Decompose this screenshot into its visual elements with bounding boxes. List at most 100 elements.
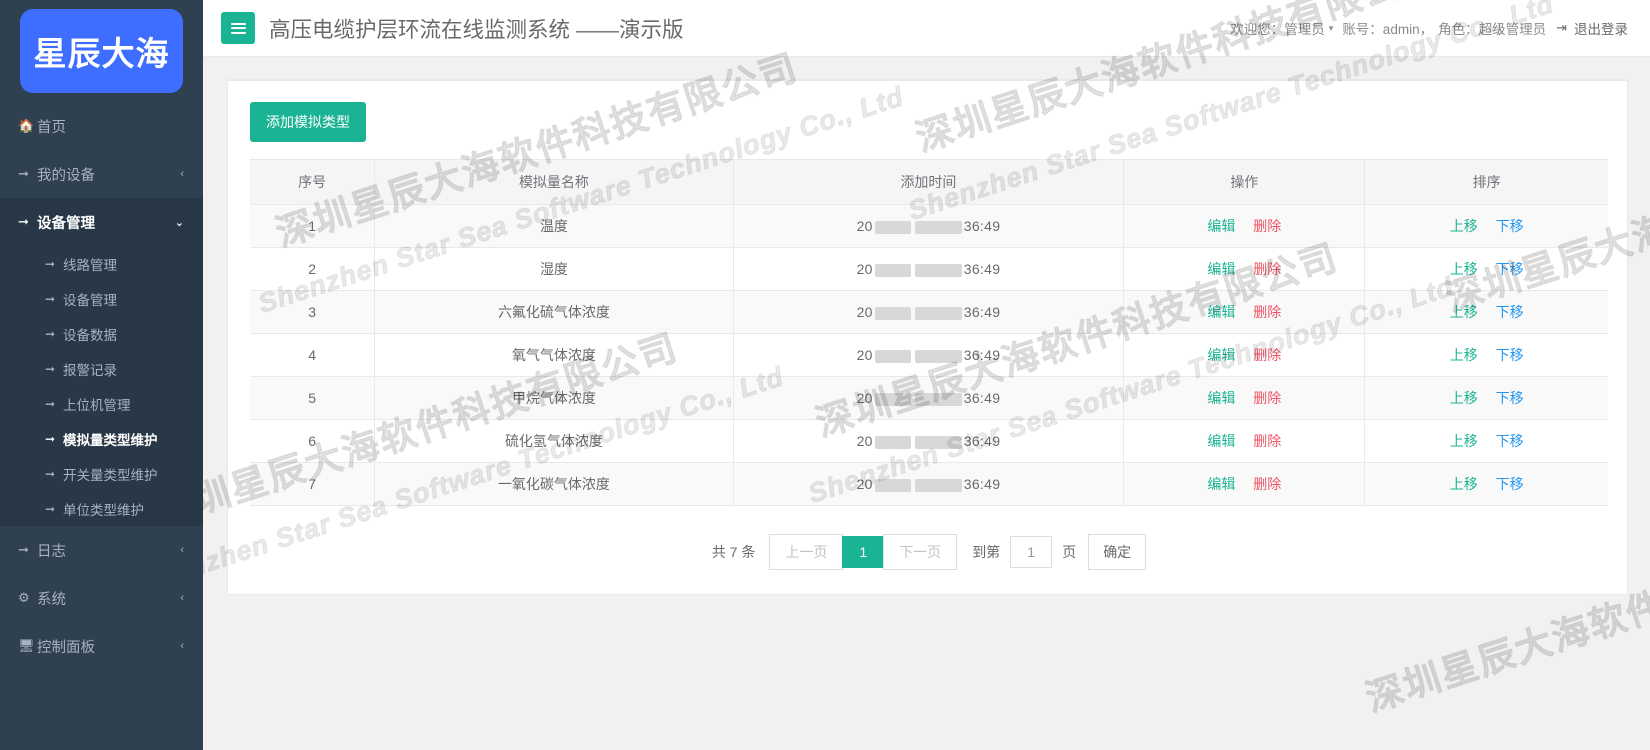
column-header-operation: 操作	[1123, 159, 1366, 205]
table-row[interactable]: 1 温度 20 36:49 编辑 删除 上移 下移	[250, 204, 1608, 248]
chevron-down-icon[interactable]: ▾	[1329, 23, 1334, 34]
page-number-button[interactable]: 1	[842, 536, 885, 568]
delete-link[interactable]: 删除	[1253, 304, 1281, 320]
cell-add-time: 20 36:49	[733, 419, 1125, 463]
move-down-link[interactable]: 下移	[1496, 347, 1524, 363]
prev-page-button[interactable]: 上一页	[769, 534, 844, 570]
user-info-bar: 欢迎您：管理员 ▾ 账号：admin， 角色：超级管理员 ⇥ 退出登录	[1230, 18, 1628, 38]
move-down-link[interactable]: 下移	[1496, 390, 1524, 406]
edit-link[interactable]: 编辑	[1207, 476, 1235, 492]
move-up-link[interactable]: 上移	[1450, 476, 1478, 492]
delete-link[interactable]: 删除	[1253, 390, 1281, 406]
table-row[interactable]: 7 一氧化碳气体浓度 20 36:49 编辑 删除 上移 下移	[250, 462, 1608, 506]
arrow-right-icon: ➞	[45, 431, 56, 446]
delete-link[interactable]: 删除	[1253, 476, 1281, 492]
goto-page-input[interactable]	[1010, 536, 1053, 568]
sidebar-item-device-data[interactable]: ➞ 设备数据	[0, 316, 203, 351]
role-text: 角色：超级管理员	[1438, 22, 1547, 37]
table-body: 1 温度 20 36:49 编辑 删除 上移 下移 2 湿度 20 36:49 …	[250, 204, 1608, 506]
sidebar-item-line-management[interactable]: ➞ 线路管理	[0, 246, 203, 281]
sidebar-item-host-management[interactable]: ➞ 上位机管理	[0, 386, 203, 421]
table-header-row: 序号 模拟量名称 添加时间 操作 排序	[250, 159, 1608, 205]
cell-add-time: 20 36:49	[733, 290, 1125, 334]
edit-link[interactable]: 编辑	[1207, 304, 1235, 320]
logo-text: 星辰大海	[33, 35, 170, 72]
sidebar-item-analog-type-maintenance[interactable]: ➞ 模拟量类型维护	[0, 421, 203, 456]
topbar: 高压电缆护层环流在线监测系统 ——演示版 欢迎您：管理员 ▾ 账号：admin，…	[203, 0, 1650, 57]
edit-link[interactable]: 编辑	[1207, 347, 1235, 363]
delete-link[interactable]: 删除	[1253, 218, 1281, 234]
table-row[interactable]: 5 甲烷气体浓度 20 36:49 编辑 删除 上移 下移	[250, 376, 1608, 420]
move-up-link[interactable]: 上移	[1450, 261, 1478, 277]
edit-link[interactable]: 编辑	[1207, 433, 1235, 449]
move-up-link[interactable]: 上移	[1450, 433, 1478, 449]
table-row[interactable]: 4 氧气气体浓度 20 36:49 编辑 删除 上移 下移	[250, 333, 1608, 377]
delete-link[interactable]: 删除	[1253, 261, 1281, 277]
sidebar-item-unit-type-maintenance[interactable]: ➞ 单位类型维护	[0, 491, 203, 526]
move-down-link[interactable]: 下移	[1496, 261, 1524, 277]
logo-box: 星辰大海	[20, 9, 183, 93]
move-down-link[interactable]: 下移	[1496, 433, 1524, 449]
logout-button[interactable]: 退出登录	[1574, 18, 1628, 38]
sidebar-item-label: 我的设备	[37, 167, 95, 184]
sidebar-item-equipment-management[interactable]: ➞ 设备管理	[0, 281, 203, 316]
edit-link[interactable]: 编辑	[1207, 390, 1235, 406]
cell-sort: 上移 下移	[1364, 333, 1608, 377]
delete-link[interactable]: 删除	[1253, 347, 1281, 363]
logo[interactable]: 星辰大海	[0, 0, 203, 102]
table-row[interactable]: 6 硫化氢气体浓度 20 36:49 编辑 删除 上移 下移	[250, 419, 1608, 463]
sidebar-subitem-label: 模拟量类型维护	[63, 432, 158, 448]
move-up-link[interactable]: 上移	[1450, 304, 1478, 320]
sidebar-item-alarm-records[interactable]: ➞ 报警记录	[0, 351, 203, 386]
edit-link[interactable]: 编辑	[1207, 218, 1235, 234]
content-panel: 添加模拟类型 序号 模拟量名称 添加时间 操作 排序 1 温度 20 36:49…	[227, 79, 1628, 595]
sidebar-item-home[interactable]: 🏠 首页	[0, 102, 203, 150]
move-up-link[interactable]: 上移	[1450, 390, 1478, 406]
next-page-button[interactable]: 下一页	[883, 534, 958, 570]
redacted-block	[874, 435, 911, 449]
hamburger-icon[interactable]	[221, 12, 255, 44]
move-down-link[interactable]: 下移	[1496, 304, 1524, 320]
delete-link[interactable]: 删除	[1253, 433, 1281, 449]
arrow-right-icon: ➞	[45, 501, 56, 516]
chevron-left-icon: ‹	[180, 168, 184, 180]
redacted-block	[914, 263, 962, 277]
move-up-link[interactable]: 上移	[1450, 347, 1478, 363]
add-analog-type-button[interactable]: 添加模拟类型	[250, 102, 366, 142]
confirm-button[interactable]: 确定	[1088, 534, 1147, 570]
chevron-left-icon: ‹	[180, 544, 184, 556]
cell-name: 六氟化硫气体浓度	[374, 290, 734, 334]
app-root: 星辰大海 🏠 首页 ➞ 我的设备 ‹ ➞ 设备管理 ⌄ ➞ 线路管理 ➞ 设备管	[0, 0, 1650, 750]
sidebar-item-my-devices[interactable]: ➞ 我的设备 ‹	[0, 150, 203, 198]
cell-index: 5	[250, 376, 376, 420]
cell-index: 7	[250, 462, 376, 506]
sidebar-item-switch-type-maintenance[interactable]: ➞ 开关量类型维护	[0, 456, 203, 491]
move-down-link[interactable]: 下移	[1496, 476, 1524, 492]
cell-index: 4	[250, 333, 376, 377]
gear-icon: ⚙	[18, 590, 30, 605]
table-row[interactable]: 2 湿度 20 36:49 编辑 删除 上移 下移	[250, 247, 1608, 291]
sidebar-subitem-label: 单位类型维护	[63, 502, 144, 518]
table-head: 序号 模拟量名称 添加时间 操作 排序	[250, 159, 1608, 205]
move-down-link[interactable]: 下移	[1496, 218, 1524, 234]
cell-sort: 上移 下移	[1364, 247, 1608, 291]
cell-name: 氧气气体浓度	[374, 333, 734, 377]
move-up-link[interactable]: 上移	[1450, 218, 1478, 234]
cell-name: 甲烷气体浓度	[374, 376, 734, 420]
analog-type-table: 序号 模拟量名称 添加时间 操作 排序 1 温度 20 36:49 编辑 删除 …	[250, 159, 1608, 506]
redacted-block	[874, 306, 911, 320]
sidebar-item-system[interactable]: ⚙ 系统 ‹	[0, 574, 203, 622]
arrow-right-icon: ➞	[18, 214, 29, 229]
sidebar-item-logs[interactable]: ➞ 日志 ‹	[0, 526, 203, 574]
sidebar-item-control-panel[interactable]: 🖥 控制面板 ‹	[0, 622, 203, 670]
table-row[interactable]: 3 六氟化硫气体浓度 20 36:49 编辑 删除 上移 下移	[250, 290, 1608, 334]
column-header-name: 模拟量名称	[374, 159, 734, 205]
arrow-right-icon: ➞	[45, 361, 56, 376]
edit-link[interactable]: 编辑	[1207, 261, 1235, 277]
cell-name: 硫化氢气体浓度	[374, 419, 734, 463]
cell-operations: 编辑 删除	[1123, 333, 1366, 377]
cell-index: 3	[250, 290, 376, 334]
sidebar-item-device-management[interactable]: ➞ 设备管理 ⌄	[0, 198, 203, 246]
column-header-sort: 排序	[1364, 159, 1608, 205]
redacted-block	[914, 478, 962, 492]
